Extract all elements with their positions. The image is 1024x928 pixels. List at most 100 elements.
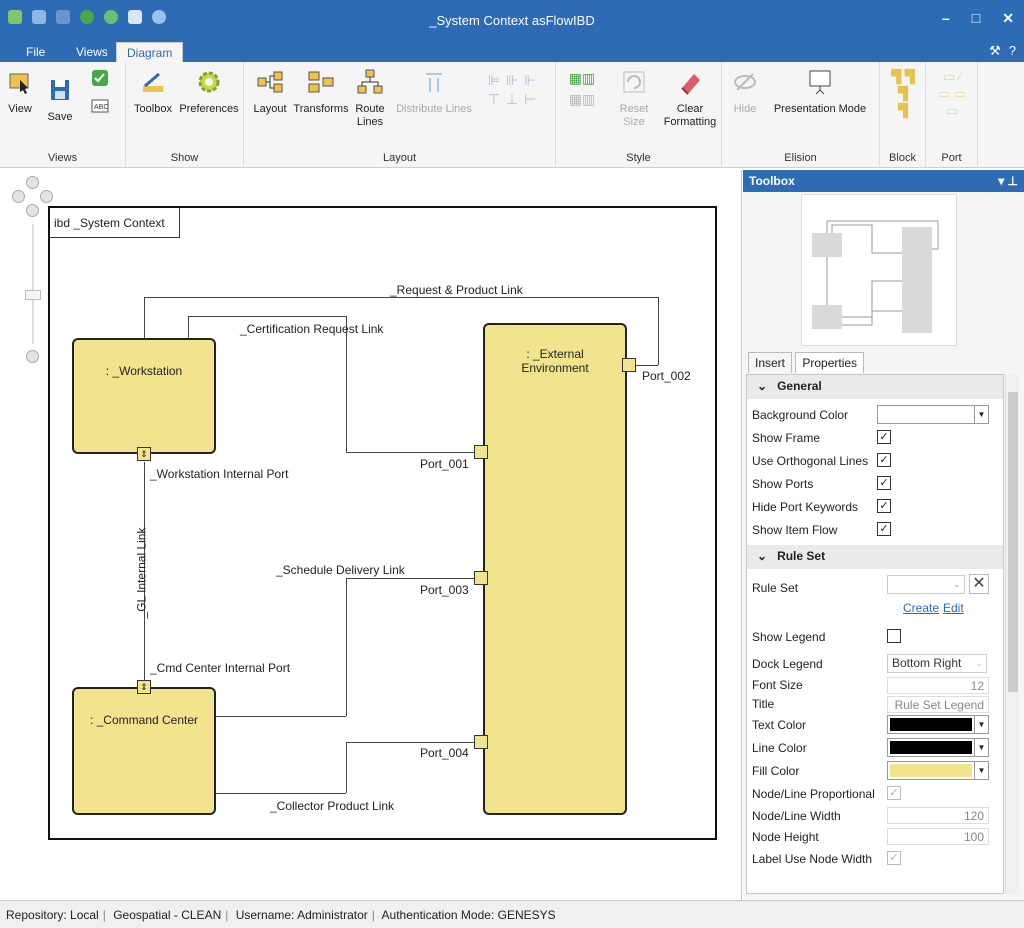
style-buttons[interactable]: ▦▥ ▦▥ xyxy=(562,71,602,106)
ribbon: View Save ABC Views Toolbox Preferences … xyxy=(0,62,1024,168)
hide-button[interactable]: Hide xyxy=(730,68,760,116)
preferences-button[interactable]: Preferences xyxy=(178,68,240,116)
fill-color-swatch xyxy=(890,764,972,777)
transforms-button[interactable]: Transforms xyxy=(292,68,350,116)
pin-icon[interactable]: ▾ ⊥ xyxy=(998,174,1018,188)
maximize-button[interactable]: □ xyxy=(972,10,980,27)
prop-dock-legend: Dock Legend Bottom Right ⌄ xyxy=(747,652,1003,675)
workstation-internal-port[interactable]: ⇕ xyxy=(137,447,151,461)
collector-link-line[interactable] xyxy=(346,742,474,743)
port-003[interactable] xyxy=(474,571,488,585)
schedule-link-line[interactable] xyxy=(346,578,474,579)
certification-link-line[interactable] xyxy=(346,452,474,453)
tab-properties[interactable]: Properties xyxy=(795,352,865,373)
node-height-input[interactable]: 100 xyxy=(887,828,989,845)
schedule-link-line[interactable] xyxy=(216,716,346,717)
port-004[interactable] xyxy=(474,735,488,749)
dropdown-arrow-icon: ▼ xyxy=(974,762,988,779)
proportional-checkbox[interactable]: ✓ xyxy=(887,786,901,800)
group-views: View Save ABC Views xyxy=(0,62,126,168)
check-icon xyxy=(92,70,108,86)
certification-link-line[interactable] xyxy=(188,316,346,317)
node-width-input[interactable]: 120 xyxy=(887,807,989,824)
tab-insert[interactable]: Insert xyxy=(748,352,793,373)
workstation-block[interactable]: : _Workstation xyxy=(72,338,216,454)
distribute-lines-icon xyxy=(426,73,442,92)
ribbon-tabs: File Views Diagram ⚒ ? xyxy=(0,40,1024,62)
fill-color-select[interactable]: ▼ xyxy=(887,761,989,780)
tab-file[interactable]: File xyxy=(16,42,55,62)
diagram-preview[interactable] xyxy=(801,194,957,346)
line-color-select[interactable]: ▼ xyxy=(887,738,989,757)
pan-right-icon[interactable] xyxy=(40,190,53,203)
rule-set-select[interactable]: ⌄ xyxy=(887,575,965,594)
edit-link[interactable]: Edit xyxy=(943,601,964,615)
block-buttons[interactable]: ▜ ▜ ▜ ▜ xyxy=(886,70,920,117)
port-002[interactable] xyxy=(622,358,636,372)
tab-diagram[interactable]: Diagram xyxy=(116,42,184,62)
text-color-swatch xyxy=(890,718,972,731)
pan-up-icon[interactable] xyxy=(26,176,39,189)
presentation-mode-button[interactable]: Presentation Mode xyxy=(768,68,872,116)
zoom-slider-thumb[interactable] xyxy=(25,290,41,300)
prop-label-use-node-width: Label Use Node Width ✓ xyxy=(747,847,1003,870)
command-center-block[interactable]: : _Command Center xyxy=(72,687,216,815)
create-link[interactable]: Create xyxy=(903,601,939,615)
external-environment-block[interactable]: : _External Environment xyxy=(483,323,627,815)
pan-left-icon[interactable] xyxy=(12,190,25,203)
label-width-checkbox[interactable]: ✓ xyxy=(887,851,901,865)
close-button[interactable]: ✕ xyxy=(1002,10,1014,27)
show-frame-checkbox[interactable]: ✓ xyxy=(877,430,891,444)
zoom-out-icon[interactable] xyxy=(26,350,39,363)
request-link-line[interactable] xyxy=(636,365,658,366)
route-lines-button[interactable]: Route Lines xyxy=(352,68,388,129)
request-link-line[interactable] xyxy=(144,297,145,338)
hide-port-keywords-checkbox[interactable]: ✓ xyxy=(877,499,891,513)
properties-scrollbar[interactable] xyxy=(1005,374,1019,894)
view-button[interactable]: View xyxy=(6,68,34,116)
group-elision: Hide Presentation Mode Elision xyxy=(722,62,880,168)
title-bar: _System Context asFlowIBD – □ ✕ xyxy=(0,0,1024,40)
show-ports-checkbox[interactable]: ✓ xyxy=(877,476,891,490)
background-color-select[interactable]: ▼ xyxy=(877,405,989,424)
request-link-line[interactable] xyxy=(658,297,659,365)
distribute-lines-button[interactable]: Distribute Lines xyxy=(394,68,474,116)
port-001-label: Port_001 xyxy=(420,457,469,471)
font-size-input[interactable]: 12 xyxy=(887,677,989,694)
text-color-select[interactable]: ▼ xyxy=(887,715,989,734)
orthogonal-lines-checkbox[interactable]: ✓ xyxy=(877,453,891,467)
help-icon[interactable]: ? xyxy=(1009,43,1016,59)
svg-text:ABC: ABC xyxy=(94,104,108,111)
show-item-flow-checkbox[interactable]: ✓ xyxy=(877,522,891,536)
tools-icon[interactable]: ⚒ xyxy=(989,43,1001,59)
layout-button[interactable]: Layout xyxy=(250,68,290,116)
title-input[interactable]: Rule Set Legend xyxy=(887,696,989,713)
cmd-center-internal-port[interactable]: ⇕ xyxy=(137,680,151,694)
check-button[interactable]: ABC xyxy=(86,68,114,117)
certification-link-line[interactable] xyxy=(188,316,189,338)
transforms-icon xyxy=(308,71,334,93)
clear-rule-set-icon[interactable]: ✕ xyxy=(969,574,989,594)
request-link-line[interactable] xyxy=(144,297,658,298)
clear-formatting-button[interactable]: Clear Formatting xyxy=(662,68,718,129)
collector-link-line[interactable] xyxy=(216,793,346,794)
port-001[interactable] xyxy=(474,445,488,459)
dock-legend-select[interactable]: Bottom Right ⌄ xyxy=(887,654,987,673)
section-general[interactable]: ⌄ General xyxy=(747,375,1003,399)
pan-down-icon[interactable] xyxy=(26,204,39,217)
tab-views[interactable]: Views xyxy=(66,42,118,62)
save-button[interactable]: Save xyxy=(44,76,76,124)
toolbox-button[interactable]: Toolbox xyxy=(132,68,174,116)
show-legend-checkbox[interactable] xyxy=(887,629,901,643)
certification-link-line[interactable] xyxy=(346,316,347,452)
group-block: ▜ ▜ ▜ ▜ Block xyxy=(880,62,926,168)
diagram-canvas[interactable]: ibd _System Context : _Workstation : _Ex… xyxy=(0,170,742,900)
scrollbar-thumb[interactable] xyxy=(1008,392,1018,692)
port-buttons[interactable]: ▭ ⁄ ▭ ▭ ▭ xyxy=(932,70,972,117)
reset-size-button[interactable]: Reset Size xyxy=(612,68,656,129)
align-buttons[interactable]: ⊫⊪⊩ ⊤⊥⊢ xyxy=(480,73,550,106)
minimize-button[interactable]: – xyxy=(942,10,950,27)
section-rule-set[interactable]: ⌄ Rule Set xyxy=(747,545,1003,569)
schedule-link-line[interactable] xyxy=(346,578,347,716)
collector-link-line[interactable] xyxy=(346,742,347,793)
